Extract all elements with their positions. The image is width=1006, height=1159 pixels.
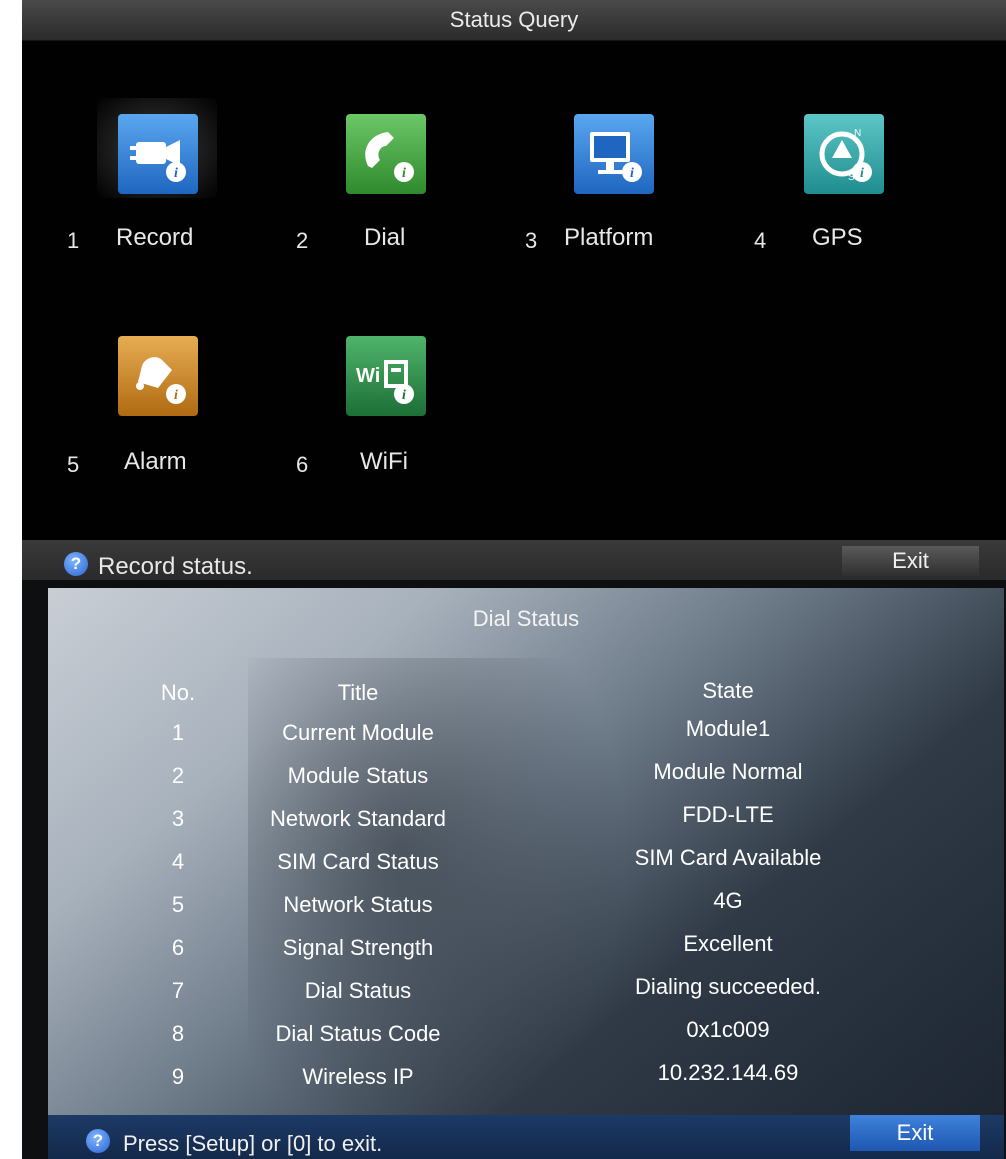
alarm-bell-icon: i (118, 336, 198, 416)
tile-number: 2 (296, 228, 309, 253)
cell-state: SIM Card Available (634, 845, 822, 870)
tile-label: WiFi (360, 448, 408, 475)
tile-number: 4 (754, 228, 767, 253)
phone-icon: i (346, 114, 426, 194)
cell-no: 1 (171, 720, 185, 745)
table-row: 8 Dial Status Code 0x1c009 (48, 1017, 1004, 1061)
tile-number: 6 (296, 452, 309, 477)
cell-state: 10.232.144.69 (657, 1060, 799, 1085)
tile-label: Alarm (124, 448, 187, 475)
cell-title: Network Standard (269, 806, 447, 831)
table-row: 4 SIM Card Status SIM Card Available (48, 845, 1004, 889)
wifi-icon: Wi i (346, 336, 426, 416)
platform-monitor-icon: i (574, 114, 654, 194)
dial-status-screen: Dial Status No. Title State 1 Current Mo… (22, 580, 1006, 1159)
table-row: 6 Signal Strength Excellent (48, 931, 1004, 975)
table-row: 2 Module Status Module Normal (48, 759, 1004, 803)
cell-no: 5 (171, 892, 185, 917)
column-header-no: No. (160, 680, 196, 705)
cell-state: 0x1c009 (686, 1017, 770, 1042)
help-icon: ? (86, 1129, 110, 1153)
exit-button[interactable]: Exit (850, 1115, 980, 1151)
exit-button[interactable]: Exit (842, 546, 979, 576)
cell-no: 9 (171, 1064, 185, 1089)
cell-no: 4 (171, 849, 185, 874)
svg-text:i: i (630, 166, 634, 181)
cell-title: Current Module (282, 720, 434, 745)
svg-text:i: i (402, 166, 406, 181)
page-title: Dial Status (472, 606, 580, 631)
cell-title: SIM Card Status (277, 849, 439, 874)
svg-text:Wi: Wi (356, 365, 380, 387)
status-bar: ? Record status. Exit (22, 540, 1006, 580)
tile-label: Record (116, 224, 194, 251)
cell-state: Excellent (683, 931, 773, 956)
gps-compass-icon: N S i (804, 114, 884, 194)
tile-label: Platform (564, 224, 654, 251)
cell-title: Dial Status (304, 978, 412, 1003)
svg-text:i: i (860, 166, 864, 181)
svg-text:N: N (854, 128, 861, 139)
cell-state: FDD-LTE (682, 802, 774, 827)
cell-state: Module Normal (653, 759, 803, 784)
svg-text:i: i (174, 388, 178, 403)
cell-no: 8 (171, 1021, 185, 1046)
hint-text: Press [Setup] or [0] to exit. (123, 1131, 383, 1156)
cell-title: Wireless IP (302, 1064, 414, 1089)
cell-no: 6 (171, 935, 185, 960)
cell-title: Signal Strength (282, 935, 434, 960)
column-header-title: Title (337, 680, 379, 705)
status-text: Record status. (98, 553, 253, 580)
cell-no: 3 (171, 806, 185, 831)
table-row: 3 Network Standard FDD-LTE (48, 802, 1004, 846)
status-query-screen: Status Query i 1 Record i 2 Dial i 3 Pla… (22, 0, 1006, 580)
table-row: 1 Current Module Module1 (48, 716, 1004, 760)
svg-text:i: i (402, 388, 406, 403)
cell-state: Module1 (685, 716, 771, 741)
cell-title: Network Status (283, 892, 433, 917)
table-row: 9 Wireless IP 10.232.144.69 (48, 1060, 1004, 1104)
cell-state: 4G (713, 888, 743, 913)
cell-no: 2 (171, 763, 185, 788)
table-row: 5 Network Status 4G (48, 888, 1004, 932)
screen-area: Dial Status No. Title State 1 Current Mo… (48, 588, 1004, 1159)
column-header-state: State (702, 678, 754, 703)
tile-number: 5 (67, 452, 80, 477)
hint-bar: ? Press [Setup] or [0] to exit. Exit (48, 1115, 1004, 1159)
cell-title: Dial Status Code (275, 1021, 441, 1046)
help-icon: ? (64, 552, 88, 576)
cell-title: Module Status (287, 763, 429, 788)
tile-label: Dial (364, 224, 406, 251)
cell-no: 7 (171, 978, 185, 1003)
tile-number: 1 (67, 228, 80, 253)
cell-state: Dialing succeeded. (635, 974, 821, 999)
tile-number: 3 (525, 228, 538, 253)
tile-label: GPS (812, 224, 863, 251)
table-row: 7 Dial Status Dialing succeeded. (48, 974, 1004, 1018)
tile-wifi[interactable]: Wi i 6 WiFi (22, 0, 426, 477)
